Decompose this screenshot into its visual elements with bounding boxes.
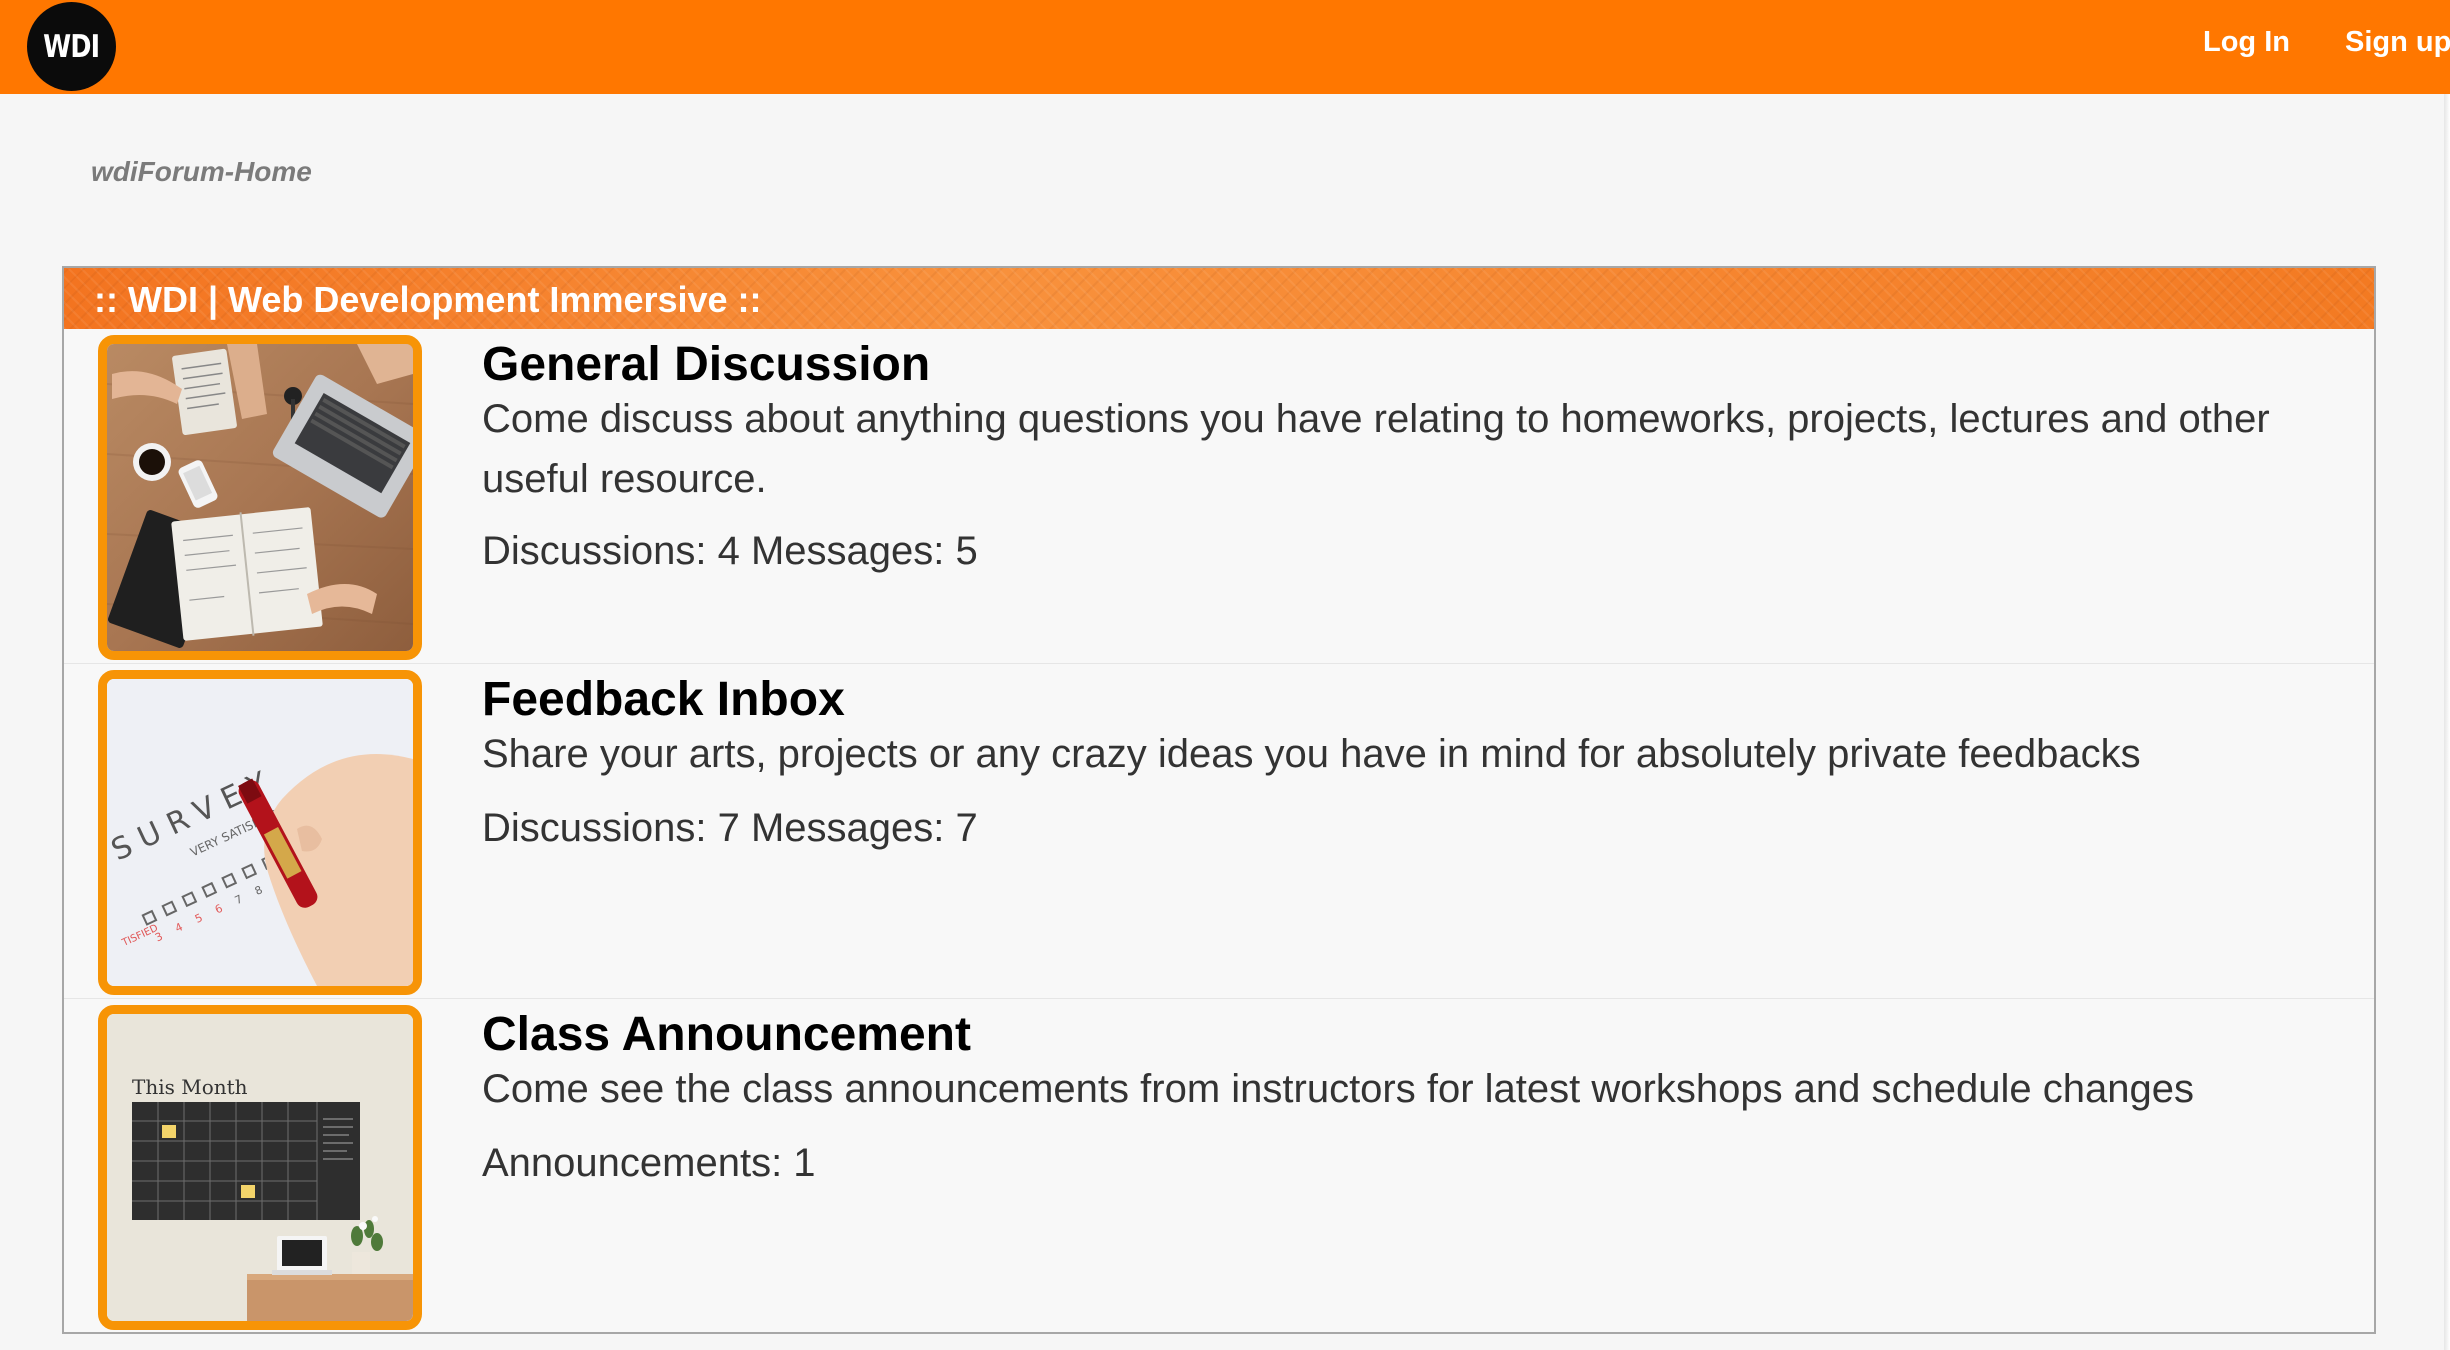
- section-title[interactable]: Class Announcement: [482, 1007, 971, 1062]
- calendar-heading-text: This Month: [132, 1075, 248, 1099]
- survey-image: SURVEY VERY SATISFIED TISFIED 345 6 78: [107, 679, 413, 986]
- section-title[interactable]: Feedback Inbox: [482, 672, 845, 727]
- desk-workspace-photo[interactable]: [98, 335, 422, 660]
- calendar-wall-photo[interactable]: This Month: [98, 1005, 422, 1330]
- section-stats: Discussions: 7 Messages: 7: [482, 806, 978, 850]
- forum-section-feedback-inbox: SURVEY VERY SATISFIED TISFIED 345 6 7 8 …: [64, 664, 2374, 999]
- section-description: Come see the class announcements from in…: [482, 1067, 2194, 1111]
- login-link[interactable]: Log In: [2203, 26, 2290, 59]
- forum-panel-title: :: WDI | Web Development Immersive ::: [94, 279, 762, 320]
- wdi-logo[interactable]: WDI: [27, 2, 116, 91]
- section-description: Share your arts, projects or any crazy i…: [482, 732, 2141, 776]
- forum-section-general-discussion: General Discussion Come discuss about an…: [64, 329, 2374, 664]
- forum-panel: :: WDI | Web Development Immersive :: Ge…: [62, 266, 2376, 1334]
- desk-workspace-image: [107, 344, 413, 651]
- section-stats: Discussions: 4 Messages: 5: [482, 529, 978, 573]
- breadcrumb[interactable]: wdiForum-Home: [91, 156, 312, 188]
- logo-text: WDI: [43, 28, 100, 65]
- section-stats: Announcements: 1: [482, 1141, 816, 1185]
- forum-panel-header: :: WDI | Web Development Immersive ::: [64, 268, 2374, 329]
- page: WDI Log In Sign up wdiForum-Home :: WDI …: [0, 0, 2450, 1350]
- signup-link[interactable]: Sign up: [2345, 26, 2450, 59]
- section-title[interactable]: General Discussion: [482, 337, 930, 392]
- top-navbar: WDI Log In Sign up: [0, 0, 2450, 94]
- section-description: Come discuss about anything questions yo…: [482, 397, 2270, 501]
- forum-section-class-announcement: This Month Class Announcement Come see t…: [64, 999, 2374, 1334]
- survey-photo[interactable]: SURVEY VERY SATISFIED TISFIED 345 6 7 8: [98, 670, 422, 995]
- page-edge-shadow: [2444, 94, 2450, 1350]
- calendar-wall-image: This Month: [107, 1014, 413, 1321]
